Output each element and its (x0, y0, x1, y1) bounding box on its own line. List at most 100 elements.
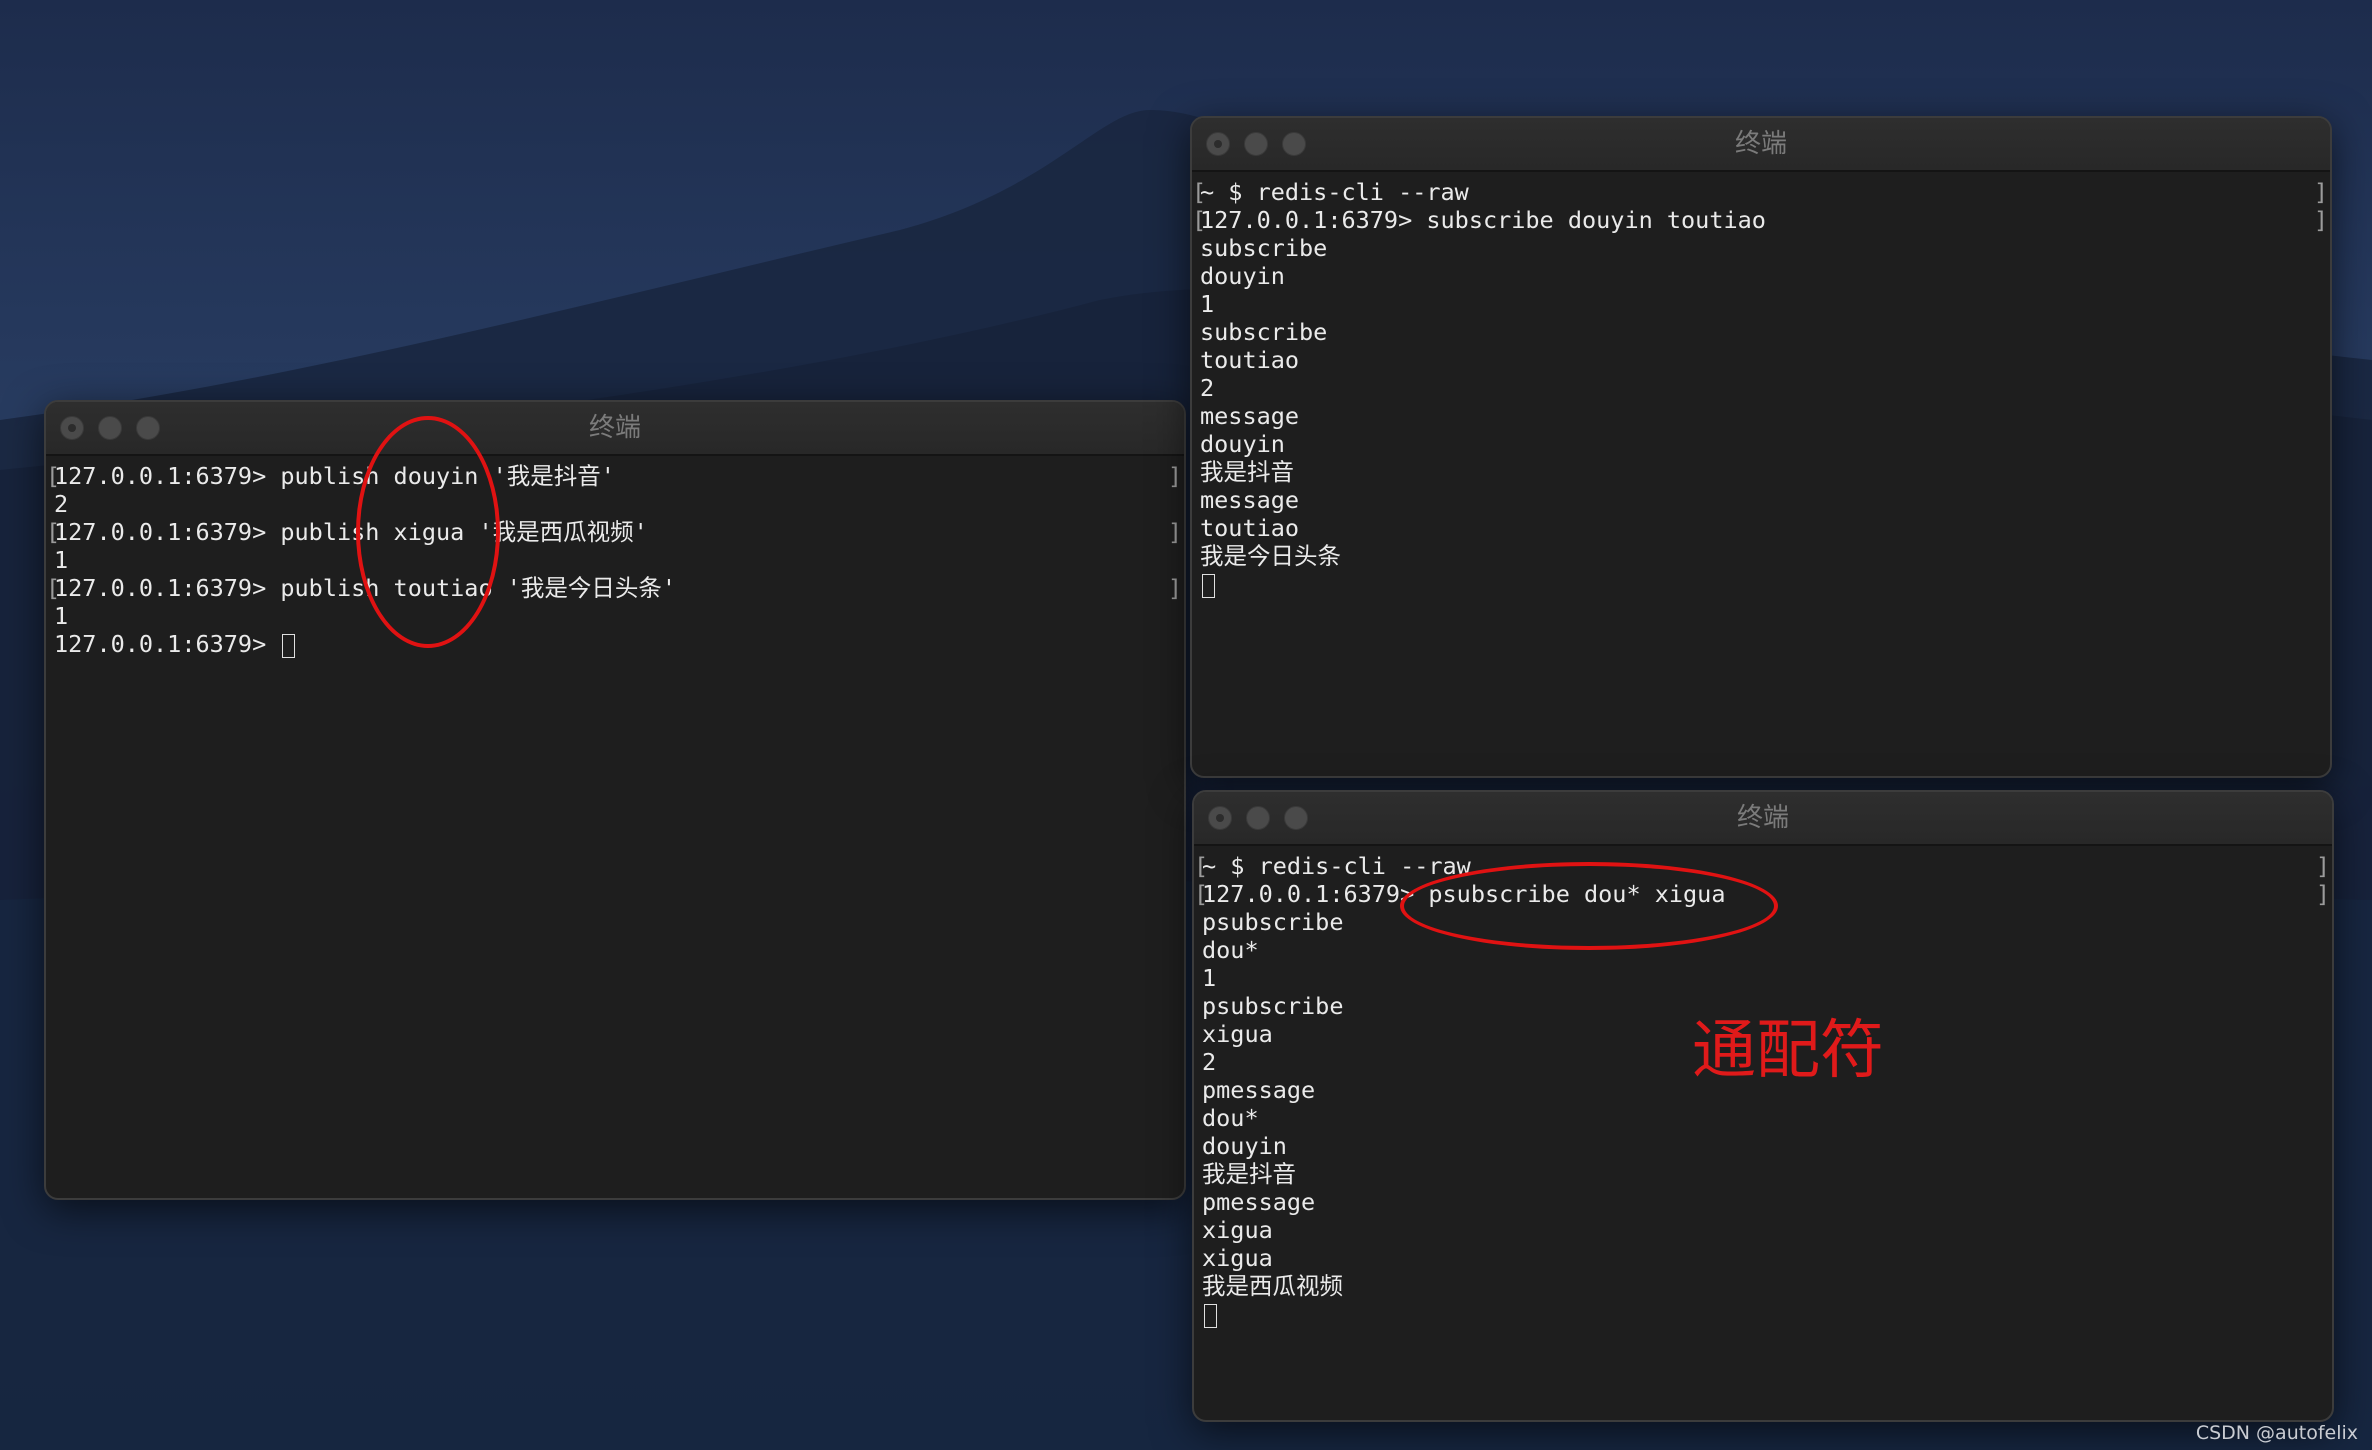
terminal-line: 1 (54, 546, 1176, 574)
terminal-line: 2 (54, 490, 1176, 518)
line-bracket-left: [ (46, 574, 61, 602)
terminal-line-text: subscribe (1200, 318, 1328, 346)
line-bracket-right: ] (1167, 462, 1182, 490)
terminal-line-text: xigua (1202, 1020, 1273, 1048)
terminal-line-text: 我是今日头条 (1200, 542, 1341, 570)
terminal-line: [] 127.0.0.1:6379> psubscribe dou* xigua (1194, 880, 2330, 908)
terminal-line: xigua (1202, 1216, 2324, 1244)
terminal-line: 我是今日头条 (1200, 542, 2322, 570)
terminal-line-text: toutiao (1200, 514, 1300, 542)
terminal-line: 2 (1200, 374, 2322, 402)
terminal-line: pmessage (1202, 1188, 2324, 1216)
titlebar[interactable]: 终端 (1192, 118, 2330, 172)
line-bracket-right: ] (1167, 518, 1182, 546)
terminal-line-text: 2 (54, 490, 69, 518)
terminal-line-text: 127.0.0.1:6379> publish xigua '我是西瓜视频' (54, 518, 648, 546)
text-cursor (282, 633, 296, 658)
terminal-line-text: ~ $ redis-cli --raw (1202, 852, 1471, 880)
terminal-line: psubscribe (1202, 908, 2324, 936)
terminal-line-text: 127.0.0.1:6379> (54, 630, 281, 658)
terminal-line-text: douyin (1200, 430, 1285, 458)
terminal-line: [] 127.0.0.1:6379> publish xigua '我是西瓜视频' (46, 518, 1182, 546)
terminal-line: [] 127.0.0.1:6379> publish douyin '我是抖音' (46, 462, 1182, 490)
terminal-line-text: dou* (1202, 1104, 1259, 1132)
terminal-line: 我是西瓜视频 (1202, 1272, 2324, 1300)
terminal-line: subscribe (1200, 318, 2322, 346)
terminal-line: 我是抖音 (1200, 458, 2322, 486)
line-bracket-left: [ (1192, 178, 1207, 206)
window-title: 终端 (1734, 129, 1787, 159)
line-bracket-left: [ (46, 462, 61, 490)
terminal-line-text: message (1200, 486, 1300, 514)
terminal-line-text: message (1200, 402, 1300, 430)
terminal-line-text: dou* (1202, 936, 1259, 964)
terminal-line-text: 1 (54, 602, 69, 630)
terminal-line-text: xigua (1202, 1244, 1273, 1272)
annotation-label: 通配符 (1692, 1014, 1884, 1088)
line-bracket-left: [ (46, 518, 61, 546)
terminal-line: dou* (1202, 1104, 2324, 1132)
terminal-line-text: 1 (1202, 964, 1217, 992)
terminal-line: 1 (54, 602, 1176, 630)
terminal-line: [] ~ $ redis-cli --raw (1194, 852, 2330, 880)
terminal-line: toutiao (1200, 346, 2322, 374)
terminal-line: toutiao (1200, 514, 2322, 542)
terminal-line-text: xigua (1202, 1216, 1273, 1244)
terminal-output[interactable]: [] 127.0.0.1:6379> publish douyin '我是抖音' 2… (46, 462, 1182, 658)
psubscriber-terminal-window[interactable]: 终端 [] ~ $ redis-cli --raw[] 127.0.0.1:6379… (1192, 790, 2334, 1422)
terminal-line-text: psubscribe (1202, 992, 1344, 1020)
titlebar[interactable]: 终端 (46, 402, 1184, 456)
terminal-line: 1 (1200, 290, 2322, 318)
terminal-line-text: 127.0.0.1:6379> publish toutiao '我是今日头条' (54, 574, 677, 602)
terminal-line-text: subscribe (1200, 234, 1328, 262)
window-title: 终端 (1736, 803, 1789, 833)
terminal-line: douyin (1200, 430, 2322, 458)
terminal-line: 1 (1202, 964, 2324, 992)
terminal-line: subscribe (1200, 234, 2322, 262)
terminal-line (1200, 570, 2322, 598)
terminal-line-text: douyin (1200, 262, 1285, 290)
text-cursor (1202, 573, 1215, 598)
terminal-line: 127.0.0.1:6379> (54, 630, 1176, 658)
terminal-line: [] 127.0.0.1:6379> subscribe douyin touti… (1192, 206, 2328, 234)
line-bracket-right: ] (1167, 574, 1182, 602)
terminal-line: douyin (1202, 1132, 2324, 1160)
terminal-line: [] ~ $ redis-cli --raw (1192, 178, 2328, 206)
titlebar[interactable]: 终端 (1194, 792, 2332, 846)
terminal-line-text: 2 (1200, 374, 1215, 402)
line-bracket-right: ] (2315, 880, 2330, 908)
subscriber-terminal-window[interactable]: 终端 [] ~ $ redis-cli --raw[] 127.0.0.1:6379… (1190, 116, 2332, 778)
terminal-line: message (1200, 402, 2322, 430)
terminal-line-text: douyin (1202, 1132, 1287, 1160)
terminal-line-text: pmessage (1202, 1188, 1316, 1216)
window-title: 终端 (588, 413, 641, 443)
terminal-line: 我是抖音 (1202, 1160, 2324, 1188)
terminal-output[interactable]: [] ~ $ redis-cli --raw[] 127.0.0.1:6379> s… (1192, 178, 2328, 598)
terminal-line (1202, 1300, 2324, 1328)
line-bracket-left: [ (1194, 852, 1209, 880)
terminal-line-text: 127.0.0.1:6379> subscribe douyin toutiao (1200, 206, 1766, 234)
line-bracket-right: ] (2313, 206, 2328, 234)
line-bracket-right: ] (2315, 852, 2330, 880)
terminal-line-text: 我是抖音 (1200, 458, 1294, 486)
terminal-line-text: psubscribe (1202, 908, 1344, 936)
line-bracket-left: [ (1192, 206, 1207, 234)
line-bracket-right: ] (2313, 178, 2328, 206)
terminal-line-text: 我是抖音 (1202, 1160, 1296, 1188)
terminal-line: [] 127.0.0.1:6379> publish toutiao '我是今日头… (46, 574, 1182, 602)
terminal-line-text: 127.0.0.1:6379> publish douyin '我是抖音' (54, 462, 615, 490)
terminal-line: douyin (1200, 262, 2322, 290)
terminal-line-text: 我是西瓜视频 (1202, 1272, 1343, 1300)
terminal-line: message (1200, 486, 2322, 514)
publisher-terminal-window[interactable]: 终端 [] 127.0.0.1:6379> publish douyin '我是抖… (44, 400, 1186, 1200)
terminal-line: xigua (1202, 1244, 2324, 1272)
terminal-line-text: 2 (1202, 1048, 1217, 1076)
terminal-line-text: 1 (1200, 290, 1215, 318)
terminal-line-text: toutiao (1200, 346, 1300, 374)
terminal-line-text: 127.0.0.1:6379> psubscribe dou* xigua (1202, 880, 1726, 908)
terminal-line-text: 1 (54, 546, 69, 574)
line-bracket-left: [ (1194, 880, 1209, 908)
terminal-line-text: ~ $ redis-cli --raw (1200, 178, 1469, 206)
terminal-line: dou* (1202, 936, 2324, 964)
terminal-line-text: pmessage (1202, 1076, 1316, 1104)
